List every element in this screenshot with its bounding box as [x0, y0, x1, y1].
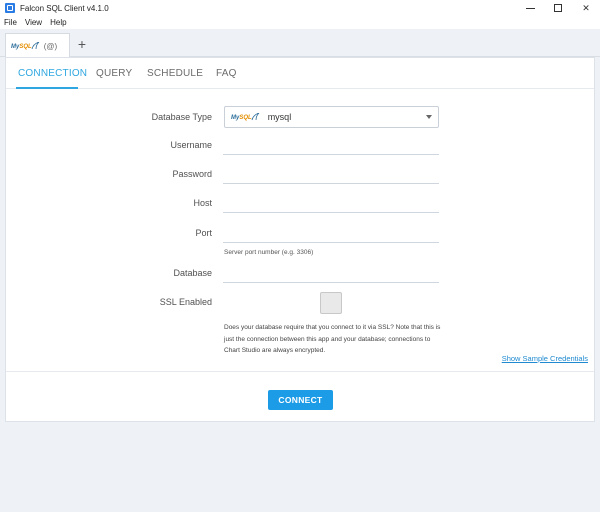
- window-title: Falcon SQL Client v4.1.0: [20, 3, 109, 13]
- ssl-note: Does your database require that you conn…: [224, 324, 441, 354]
- close-icon: ✕: [582, 2, 590, 13]
- show-sample-credentials-link[interactable]: Show Sample Credentials: [502, 354, 588, 363]
- connection-tab-label: (@): [43, 41, 58, 51]
- database-field[interactable]: [223, 263, 439, 283]
- add-tab-button[interactable]: +: [73, 35, 91, 53]
- app-icon: [5, 3, 15, 13]
- port-label: Port: [195, 228, 212, 238]
- username-field[interactable]: [223, 135, 439, 155]
- database-type-value: mysql: [267, 112, 292, 122]
- chevron-down-icon: [426, 115, 432, 119]
- connection-tab[interactable]: My SQL (@): [5, 33, 70, 58]
- maximize-button[interactable]: [544, 0, 572, 16]
- tab-connection[interactable]: CONNECTION: [18, 68, 87, 79]
- host-label: Host: [193, 198, 212, 208]
- database-type-select[interactable]: My SQL mysql: [224, 106, 439, 128]
- minimize-button[interactable]: [516, 0, 544, 16]
- tab-query[interactable]: QUERY: [96, 68, 132, 79]
- host-field[interactable]: [223, 193, 439, 213]
- username-label: Username: [170, 140, 212, 150]
- password-field[interactable]: [223, 164, 439, 184]
- database-type-label: Database Type: [151, 112, 212, 122]
- window-controls: ✕: [516, 0, 600, 16]
- ssl-enabled-checkbox[interactable]: [320, 292, 342, 314]
- connect-button[interactable]: CONNECT: [268, 390, 333, 410]
- minimize-icon: [525, 7, 535, 9]
- database-label: Database: [173, 268, 212, 278]
- menu-help[interactable]: Help: [50, 18, 66, 27]
- divider: [6, 371, 594, 372]
- title-bar: Falcon SQL Client v4.1.0 ✕: [0, 0, 600, 16]
- tab-faq[interactable]: FAQ: [216, 68, 237, 79]
- mysql-logo-icon: My SQL: [231, 113, 260, 121]
- password-label: Password: [172, 169, 212, 179]
- menu-file[interactable]: File: [4, 18, 17, 27]
- port-hint: Server port number (e.g. 3306): [224, 249, 314, 256]
- maximize-icon: [554, 4, 562, 12]
- tab-schedule[interactable]: SCHEDULE: [147, 68, 203, 79]
- menu-view[interactable]: View: [25, 18, 42, 27]
- menu-bar: File View Help: [0, 16, 600, 29]
- active-tab-indicator: [16, 87, 78, 89]
- connection-panel: CONNECTION QUERY SCHEDULE FAQ Database T…: [5, 57, 595, 422]
- port-field[interactable]: [223, 223, 439, 243]
- ssl-enabled-label: SSL Enabled: [159, 297, 212, 307]
- close-button[interactable]: ✕: [572, 0, 600, 16]
- section-nav: CONNECTION QUERY SCHEDULE FAQ: [6, 58, 594, 89]
- mysql-logo-icon: My SQL: [11, 42, 40, 50]
